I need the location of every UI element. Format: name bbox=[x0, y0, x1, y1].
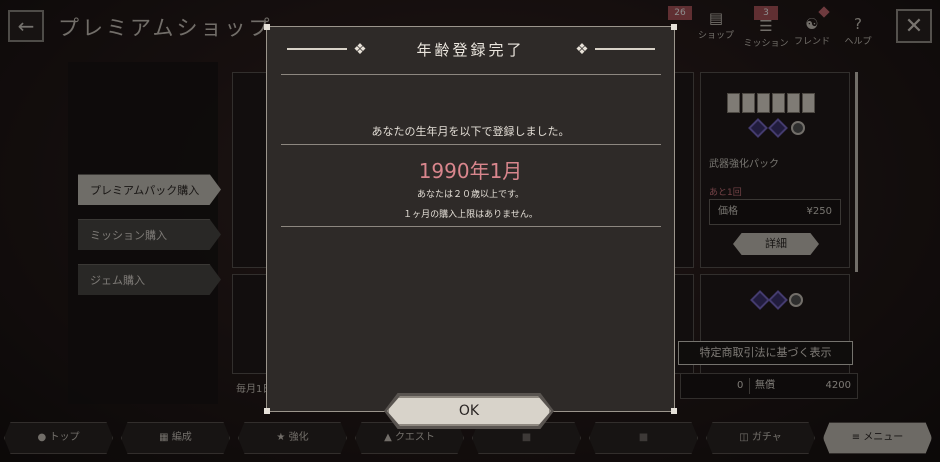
corner-ornament bbox=[671, 408, 677, 414]
registration-message: あなたの生年月を以下で登録しました。 bbox=[371, 125, 570, 138]
divider bbox=[281, 226, 661, 227]
corner-ornament bbox=[264, 408, 270, 414]
purchase-limit-note: １ヶ月の購入上限はありません。 bbox=[403, 210, 538, 220]
title-ornament-line bbox=[595, 48, 655, 50]
ok-button[interactable]: OK bbox=[387, 396, 551, 426]
divider bbox=[281, 144, 661, 145]
age-note: あなたは２０歳以上です。 bbox=[416, 190, 525, 200]
corner-ornament bbox=[671, 24, 677, 30]
age-registration-dialog: ❖ 年齢登録完了 ❖ あなたの生年月を以下で登録しました。 1990年1月 あな… bbox=[264, 24, 677, 414]
registered-birth-month: 1990年1月 bbox=[418, 159, 523, 183]
corner-ornament bbox=[264, 24, 270, 30]
divider bbox=[281, 74, 661, 75]
knot-ornament-icon: ❖ bbox=[575, 40, 589, 58]
